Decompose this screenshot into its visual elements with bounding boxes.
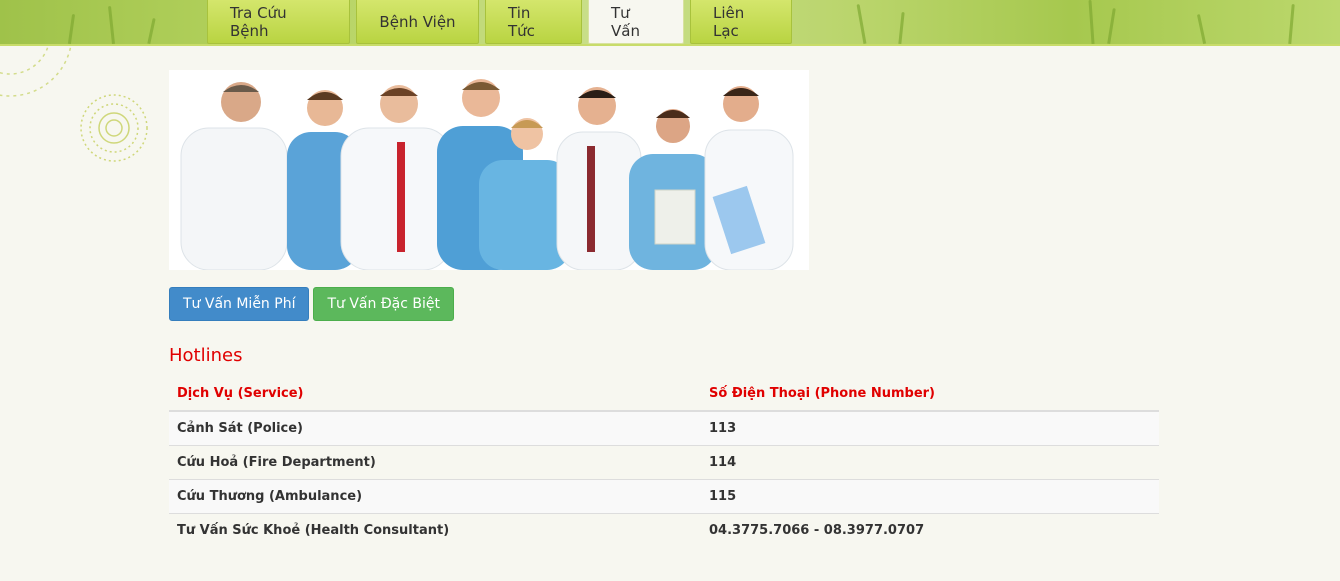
table-header-row: Dịch Vụ (Service) Số Điện Thoại (Phone N… — [169, 376, 1159, 412]
column-header-phone: Số Điện Thoại (Phone Number) — [701, 376, 1159, 412]
phone-cell: 115 — [701, 479, 1159, 514]
header-banner: Tra Cứu Bệnh Bệnh Viện Tin Tức Tư Vấn Li… — [0, 0, 1340, 46]
column-header-service: Dịch Vụ (Service) — [169, 376, 701, 412]
hotlines-title: Hotlines — [169, 345, 243, 366]
special-consult-button[interactable]: Tư Vấn Đặc Biệt — [313, 287, 454, 321]
main-nav: Tra Cứu Bệnh Bệnh Viện Tin Tức Tư Vấn Li… — [207, 0, 792, 44]
table-row: Cảnh Sát (Police) 113 — [169, 410, 1159, 446]
service-cell: Cứu Thương (Ambulance) — [169, 479, 701, 514]
table-row: Cứu Hoả (Fire Department) 114 — [169, 445, 1159, 480]
service-cell: Cảnh Sát (Police) — [169, 410, 701, 446]
tab-benh-vien[interactable]: Bệnh Viện — [356, 0, 479, 44]
medical-team-photo-icon — [180, 79, 794, 270]
service-cell: Tư Vấn Sức Khoẻ (Health Consultant) — [169, 513, 701, 547]
tab-tra-cuu-benh[interactable]: Tra Cứu Bệnh — [207, 0, 350, 44]
table-row: Cứu Thương (Ambulance) 115 — [169, 479, 1159, 514]
service-cell: Cứu Hoả (Fire Department) — [169, 445, 701, 480]
medical-team-image — [169, 70, 809, 270]
decorative-circles-icon — [0, 44, 148, 162]
phone-cell: 04.3775.7066 - 08.3977.0707 — [701, 513, 1159, 547]
consult-buttons: Tư Vấn Miễn Phí Tư Vấn Đặc Biệt — [169, 287, 454, 321]
phone-cell: 113 — [701, 410, 1159, 446]
free-consult-button[interactable]: Tư Vấn Miễn Phí — [169, 287, 310, 321]
tab-lien-lac[interactable]: Liên Lạc — [690, 0, 792, 44]
hotlines-table: Dịch Vụ (Service) Số Điện Thoại (Phone N… — [169, 376, 1159, 547]
table-row: Tư Vấn Sức Khoẻ (Health Consultant) 04.3… — [169, 513, 1159, 547]
tab-tin-tuc[interactable]: Tin Tức — [485, 0, 582, 44]
tab-tu-van[interactable]: Tư Vấn — [588, 0, 684, 44]
phone-cell: 114 — [701, 445, 1159, 480]
